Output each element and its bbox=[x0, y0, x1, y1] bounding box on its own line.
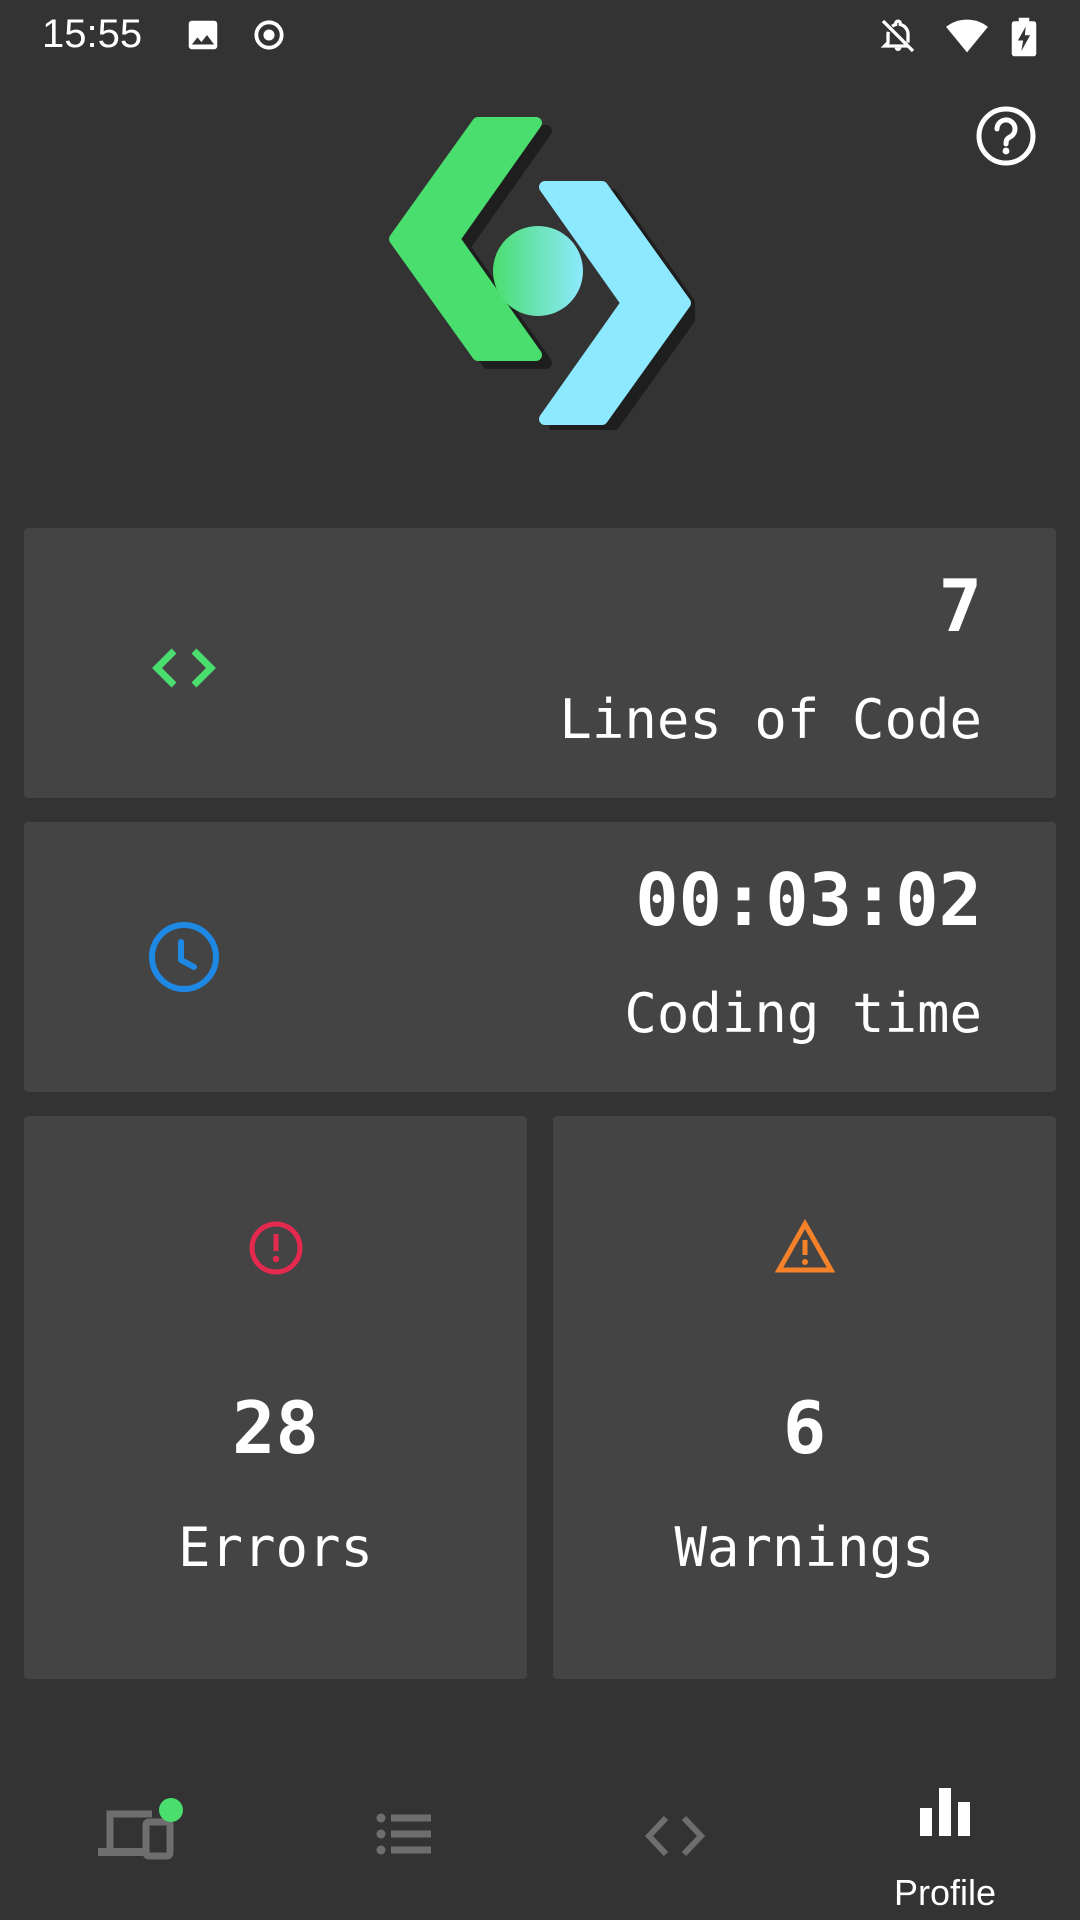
online-badge bbox=[159, 1798, 183, 1822]
lines-of-code-card[interactable]: 7 Lines of Code bbox=[24, 528, 1056, 798]
help-circle-icon[interactable] bbox=[974, 104, 1038, 168]
image-icon bbox=[188, 20, 218, 50]
status-time: 15:55 bbox=[42, 12, 143, 56]
code-icon bbox=[152, 648, 216, 688]
bar-chart-icon bbox=[920, 1788, 970, 1836]
bottom-navigation: Profile bbox=[0, 1760, 1080, 1920]
nav-item-list[interactable] bbox=[270, 1760, 540, 1920]
nav-label-profile: Profile bbox=[893, 1872, 997, 1913]
battery-charging-icon bbox=[1011, 17, 1037, 57]
coding-time-label: Coding time bbox=[624, 982, 982, 1045]
coding-time-value: 00:03:02 bbox=[635, 858, 982, 942]
nav-item-profile[interactable]: Profile bbox=[810, 1760, 1080, 1920]
status-bar: 15:55 bbox=[0, 0, 1080, 72]
app-logo bbox=[389, 117, 695, 430]
wifi-icon bbox=[946, 19, 988, 53]
warning-triangle-icon bbox=[774, 1218, 835, 1273]
coding-time-card[interactable]: 00:03:02 Coding time bbox=[24, 822, 1056, 1092]
nav-item-code[interactable] bbox=[540, 1760, 810, 1920]
error-circle-icon bbox=[249, 1221, 302, 1275]
notifications-off-icon bbox=[880, 19, 915, 53]
warnings-label: Warnings bbox=[674, 1516, 935, 1579]
list-icon bbox=[376, 1813, 431, 1855]
record-icon bbox=[254, 20, 284, 50]
lines-of-code-label: Lines of Code bbox=[559, 688, 982, 751]
errors-label: Errors bbox=[177, 1516, 374, 1579]
code-icon bbox=[644, 1815, 706, 1857]
clock-icon bbox=[149, 922, 219, 992]
errors-value: 28 bbox=[232, 1386, 319, 1470]
warnings-value: 6 bbox=[782, 1386, 827, 1470]
devices-icon bbox=[98, 1798, 183, 1860]
errors-card[interactable]: 28 Errors bbox=[24, 1116, 527, 1679]
warnings-card[interactable]: 6 Warnings bbox=[553, 1116, 1056, 1679]
nav-item-devices[interactable] bbox=[0, 1760, 270, 1920]
lines-of-code-value: 7 bbox=[938, 564, 982, 648]
